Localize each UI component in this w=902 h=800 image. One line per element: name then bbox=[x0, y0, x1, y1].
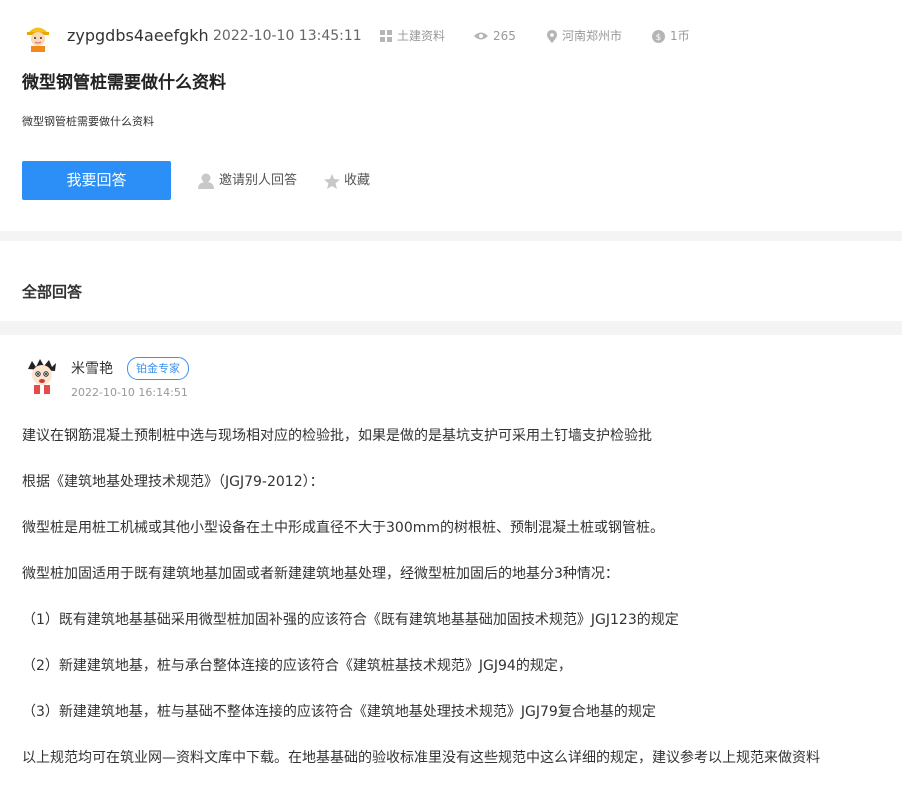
answer-paragraph: （1）既有建筑地基基础采用微型桩加固补强的应该符合《既有建筑地基基础加固技术规范… bbox=[22, 612, 679, 628]
question-category-label: 土建资料 bbox=[397, 29, 446, 43]
user-icon bbox=[198, 173, 214, 189]
question-views: 265 bbox=[474, 28, 516, 44]
question-views-count: 265 bbox=[493, 29, 516, 43]
question-date: 2022-10-10 13:45:11 bbox=[213, 28, 362, 44]
question-username[interactable]: zypgdbs4aeefgkh bbox=[67, 26, 209, 46]
invite-button[interactable]: 邀请别人回答 bbox=[197, 172, 297, 190]
question-reward: $ 1币 bbox=[652, 28, 690, 44]
answer-paragraph: （3）新建建筑地基，桩与基础不整体连接的应该符合《建筑地基处理技术规范》JGJ7… bbox=[22, 704, 656, 720]
star-icon bbox=[324, 173, 340, 189]
answer-date: 2022-10-10 16:14:51 bbox=[71, 386, 188, 399]
question-location: 河南郑州市 bbox=[547, 28, 622, 44]
coin-icon: $ bbox=[652, 29, 665, 43]
question-user-avatar[interactable] bbox=[22, 20, 54, 52]
invite-label: 邀请别人回答 bbox=[219, 173, 298, 188]
location-pin-icon bbox=[547, 29, 557, 43]
question-title: 微型钢管桩需要做什么资料 bbox=[22, 73, 226, 93]
question-location-text: 河南郑州市 bbox=[562, 29, 623, 43]
question-description: 微型钢管桩需要做什么资料 bbox=[22, 115, 154, 128]
answer-username[interactable]: 米雪艳 bbox=[71, 359, 113, 379]
all-answers-heading: 全部回答 bbox=[22, 283, 83, 301]
answer-paragraph: 建议在钢筋混凝土预制桩中选与现场相对应的检验批，如果是做的是基坑支护可采用土钉墙… bbox=[22, 428, 652, 444]
grid-icon bbox=[380, 30, 392, 42]
section-divider bbox=[0, 231, 902, 241]
question-reward-text: 1币 bbox=[670, 29, 690, 43]
favorite-button[interactable]: 收藏 bbox=[324, 172, 370, 190]
answer-paragraph: 以上规范均可在筑业网—资料文库中下载。在地基基础的验收标准里没有这些规范中这么详… bbox=[22, 750, 820, 766]
answer-user-avatar[interactable] bbox=[22, 355, 62, 395]
answer-paragraph: （2）新建建筑地基，桩与承台整体连接的应该符合《建筑桩基技术规范》JGJ94的规… bbox=[22, 658, 572, 674]
answer-paragraph: 根据《建筑地基处理技术规范》（JGJ79-2012）： bbox=[22, 474, 324, 490]
expert-badge: 铂金专家 bbox=[127, 357, 189, 380]
question-header: zypgdbs4aeefgkh 2022-10-10 13:45:11 土建资料… bbox=[0, 0, 902, 231]
favorite-label: 收藏 bbox=[344, 173, 371, 188]
answer-paragraph: 微型桩是用桩工机械或其他小型设备在土中形成直径不大于300mm的树根桩、预制混凝… bbox=[22, 520, 664, 536]
eye-icon bbox=[474, 32, 488, 40]
section-divider bbox=[0, 321, 902, 335]
svg-text:$: $ bbox=[656, 33, 662, 43]
question-category[interactable]: 土建资料 bbox=[380, 28, 445, 44]
answer-paragraph: 微型桩加固适用于既有建筑地基加固或者新建建筑地基处理，经微型桩加固后的地基分3种… bbox=[22, 566, 619, 582]
answer-button[interactable]: 我要回答 bbox=[22, 161, 171, 200]
